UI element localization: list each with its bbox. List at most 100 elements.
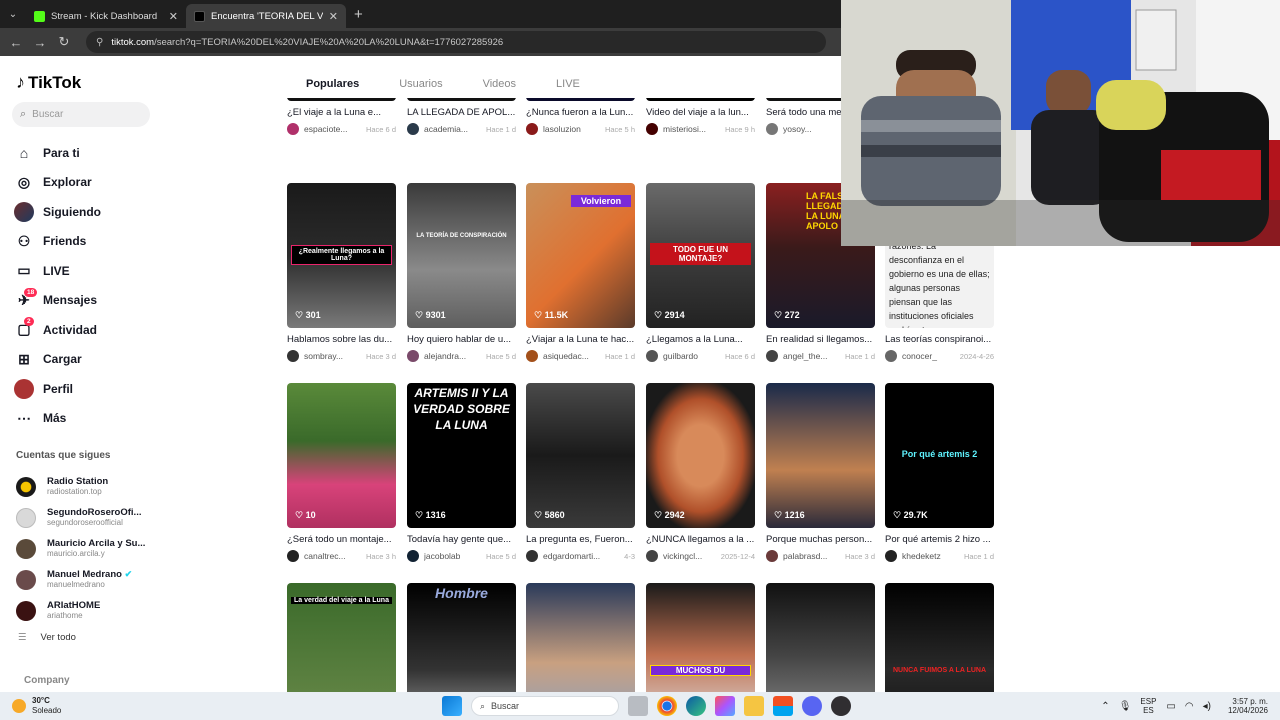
browser-tab[interactable]: Stream - Kick Dashboard ✕	[26, 4, 186, 28]
tab-search-button[interactable]: ⌄	[0, 0, 26, 28]
discord-icon[interactable]	[802, 696, 822, 716]
windows-start-icon[interactable]	[442, 696, 462, 716]
video-card[interactable]: ARTEMIS II Y LA VERDAD SOBRE LA LUNA ♡ 1…	[407, 383, 516, 562]
video-caption[interactable]: Hablamos sobre las du...	[287, 334, 396, 345]
clock[interactable]: 3:57 p. m. 12/04/2026	[1228, 697, 1268, 715]
following-item[interactable]: ARIatHOME ariathome	[16, 595, 145, 626]
video-caption[interactable]: ¿Nunca fueron a la Lun...	[526, 107, 635, 118]
video-caption[interactable]: LA LLEGADA DE APOL...	[407, 107, 516, 118]
reload-icon[interactable]: ↻	[52, 34, 76, 50]
see-all-link[interactable]: ☰ Ver todo	[18, 632, 76, 643]
video-caption[interactable]: Porque muchas person...	[766, 534, 875, 545]
video-caption[interactable]: ¿NUNCA llegamos a la ...	[646, 534, 755, 545]
video-author[interactable]: palabrasd...	[783, 551, 841, 561]
following-item[interactable]: Radio Station radiostation.top	[16, 471, 145, 502]
video-caption[interactable]: ¿Llegamos a la Luna...	[646, 334, 755, 345]
sidebar-item-actividad[interactable]: ▢ 2 Actividad	[14, 315, 101, 345]
url-field[interactable]: ⚲ tiktok.com /search?q=TEORIA%20DEL%20VI…	[86, 31, 826, 53]
video-thumbnail[interactable]	[526, 583, 635, 692]
video-card[interactable]	[526, 583, 635, 692]
sidebar-item-siguiendo[interactable]: Siguiendo	[14, 197, 101, 227]
task-view-icon[interactable]	[628, 696, 648, 716]
tab-videos[interactable]: Videos	[483, 78, 516, 90]
chevron-up-icon[interactable]: ⌃	[1101, 701, 1109, 712]
video-caption[interactable]: Por qué artemis 2 hizo ...	[885, 534, 994, 545]
video-author[interactable]: edgardomarti...	[543, 551, 620, 561]
tab-populares[interactable]: Populares	[306, 78, 359, 90]
video-card[interactable]: ♡ 10 ¿Será todo un montaje... canaltrec.…	[287, 383, 396, 562]
video-card[interactable]	[766, 583, 875, 692]
video-author[interactable]: guilbardo	[663, 351, 721, 361]
taskbar-search[interactable]: ⌕ Buscar	[471, 696, 619, 716]
sidebar-item-mas[interactable]: ⋯ Más	[14, 404, 101, 434]
video-thumbnail[interactable]: LA TEORÍA DE CONSPIRACIÓN ♡ 9301	[407, 183, 516, 328]
tab-usuarios[interactable]: Usuarios	[399, 78, 442, 90]
sidebar-item-cargar[interactable]: ⊞ Cargar	[14, 345, 101, 375]
video-thumbnail[interactable]: Volvieron ♡ 11.5K	[526, 183, 635, 328]
following-item[interactable]: Manuel Medrano ✔ manuelmedrano	[16, 564, 145, 595]
microphone-icon[interactable]: 🎙	[1119, 701, 1132, 712]
video-card[interactable]: LA TEORÍA DE CONSPIRACIÓN ♡ 9301 Hoy qui…	[407, 183, 516, 362]
obs-icon[interactable]	[831, 696, 851, 716]
sidebar-item-para-ti[interactable]: ⌂ Para ti	[14, 138, 101, 168]
video-thumbnail[interactable]: ♡ 1216	[766, 383, 875, 528]
video-author[interactable]: misteriosi...	[663, 124, 721, 134]
close-tab-icon[interactable]: ✕	[329, 10, 338, 23]
video-caption[interactable]: Video del viaje a la lun...	[646, 107, 755, 118]
sidebar-item-explorar[interactable]: ◎ Explorar	[14, 168, 101, 198]
tab-live[interactable]: LIVE	[556, 78, 580, 90]
video-author[interactable]: asiquedac...	[543, 351, 601, 361]
company-link[interactable]: Company	[24, 675, 70, 686]
video-thumbnail[interactable]: ♡ 5860	[526, 383, 635, 528]
wifi-icon[interactable]: ◠	[1185, 701, 1194, 712]
video-author[interactable]: sombray...	[304, 351, 362, 361]
file-explorer-icon[interactable]	[744, 696, 764, 716]
video-thumbnail[interactable]: ARTEMIS II Y LA VERDAD SOBRE LA LUNA ♡ 1…	[407, 383, 516, 528]
edge-icon[interactable]	[686, 696, 706, 716]
sidebar-search-input[interactable]: ⌕ Buscar	[12, 102, 150, 127]
volume-icon[interactable]: ◂)	[1203, 701, 1211, 712]
weather-widget[interactable]: 30°C Soleado	[12, 696, 61, 716]
video-thumbnail[interactable]: Por qué artemis 2 ♡ 29.7K	[885, 383, 994, 528]
video-caption[interactable]: La pregunta es, Fueron...	[526, 534, 635, 545]
browser-tab-active[interactable]: Encuentra 'TEORIA DEL VIAJE A ✕	[186, 4, 346, 28]
following-item[interactable]: SegundoRoseroOfi... segundoroseroofficial	[16, 502, 145, 533]
sidebar-item-friends[interactable]: ⚇ Friends	[14, 227, 101, 257]
site-info-icon[interactable]: ⚲	[96, 37, 103, 48]
video-thumbnail[interactable]: Hombre	[407, 583, 516, 692]
video-author[interactable]: angel_the...	[783, 351, 841, 361]
video-card[interactable]: ♡ 1216 Porque muchas person... palabrasd…	[766, 383, 875, 562]
forward-arrow-icon[interactable]: →	[28, 35, 52, 50]
back-arrow-icon[interactable]: ←	[4, 35, 28, 50]
video-card[interactable]: ♡ 5860 La pregunta es, Fueron... edgardo…	[526, 383, 635, 562]
video-card[interactable]: TODO FUE UN MONTAJE? ♡ 2914 ¿Llegamos a …	[646, 183, 755, 362]
copilot-icon[interactable]	[715, 696, 735, 716]
following-item[interactable]: Mauricio Arcila y Su... mauricio.arcila.y	[16, 533, 145, 564]
video-caption[interactable]: En realidad si llegamos...	[766, 334, 875, 345]
video-author[interactable]: lasoluzion	[543, 124, 601, 134]
sidebar-item-live[interactable]: ▭ LIVE	[14, 256, 101, 286]
video-card[interactable]: Por qué artemis 2 ♡ 29.7K Por qué artemi…	[885, 383, 994, 562]
video-caption[interactable]: ¿Viajar a la Luna te hac...	[526, 334, 635, 345]
sidebar-item-perfil[interactable]: Perfil	[14, 374, 101, 404]
video-card[interactable]: NUNCA FUIMOS A LA LUNA	[885, 583, 994, 692]
language-indicator[interactable]: ESP ES	[1140, 697, 1156, 715]
video-author[interactable]: alejandra...	[424, 351, 482, 361]
video-author[interactable]: canaltrec...	[304, 551, 362, 561]
video-author[interactable]: espaciote...	[304, 124, 362, 134]
video-caption[interactable]: ¿El viaje a la Luna e...	[287, 107, 396, 118]
new-tab-icon[interactable]: +	[354, 6, 363, 23]
tiktok-logo[interactable]: ♪ TikTok	[16, 72, 81, 93]
close-tab-icon[interactable]: ✕	[169, 10, 178, 23]
video-card[interactable]: MUCHOS DU	[646, 583, 755, 692]
video-author[interactable]: vickingcl...	[663, 551, 717, 561]
video-caption[interactable]: ¿Será todo un montaje...	[287, 534, 396, 545]
video-card[interactable]: ¿Realmente llegamos a la Luna? ♡ 301 Hab…	[287, 183, 396, 362]
video-card[interactable]: La verdad del viaje a la Luna	[287, 583, 396, 692]
video-author[interactable]: academia...	[424, 124, 482, 134]
video-author[interactable]: conocer_	[902, 351, 956, 361]
video-thumbnail[interactable]: MUCHOS DU	[646, 583, 755, 692]
video-author[interactable]: khedeketz	[902, 551, 960, 561]
video-thumbnail[interactable]: La verdad del viaje a la Luna	[287, 583, 396, 692]
video-thumbnail[interactable]: ¿Realmente llegamos a la Luna? ♡ 301	[287, 183, 396, 328]
